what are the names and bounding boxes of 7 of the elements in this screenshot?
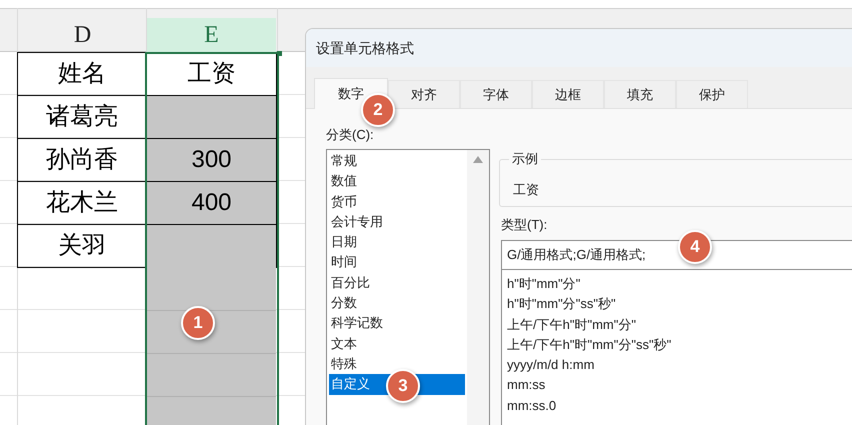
table-cell: 300	[146, 138, 277, 182]
category-label: 分类(C):	[326, 126, 374, 144]
type-label: 类型(T):	[501, 216, 548, 234]
sample-value: 工资	[513, 181, 539, 199]
table-cell: 400	[146, 181, 277, 225]
table-cell: 工资	[146, 52, 277, 96]
window-title: 设置单元格格式	[316, 38, 414, 58]
